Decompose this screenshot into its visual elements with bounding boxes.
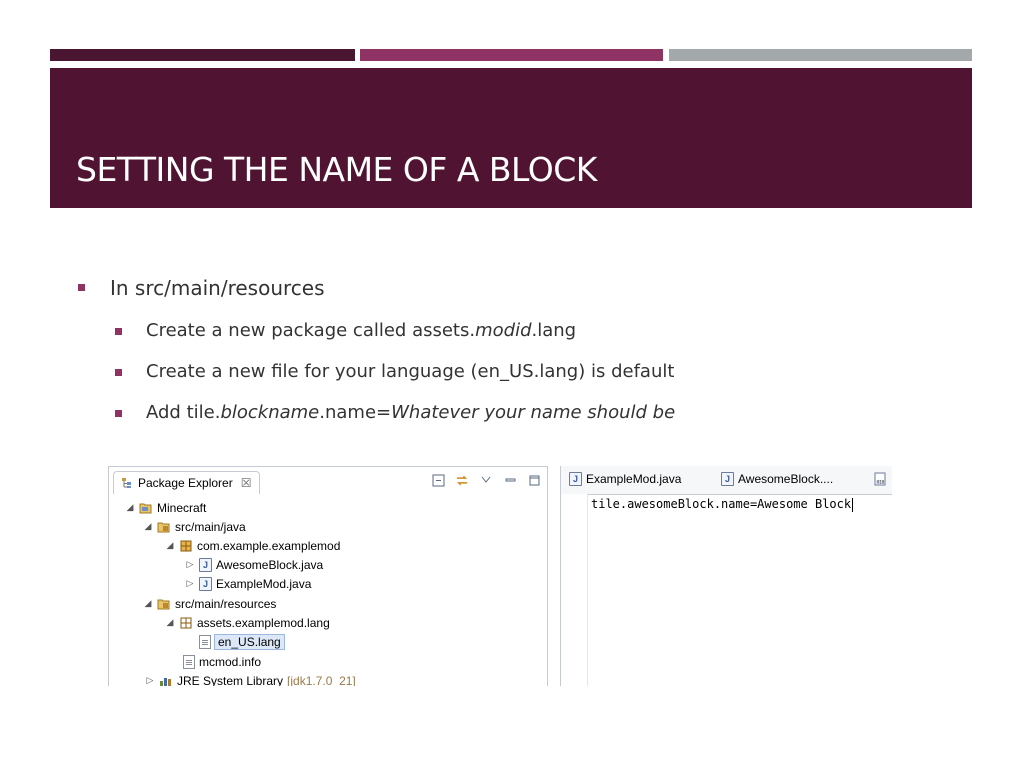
tree-item-label: ExampleMod.java [216, 576, 312, 591]
title-band: SETTING THE NAME OF A BLOCK [50, 68, 972, 208]
tree-item-decoration: [jdk1.7.0_21] [287, 673, 356, 687]
tree-item-mcmod[interactable]: mcmod.info [183, 652, 261, 671]
bullet-text: Add tile. [146, 402, 221, 423]
java-file-icon: J [199, 557, 212, 572]
close-tab-icon[interactable]: ☒ [241, 476, 252, 490]
editor-tab-label: AwesomeBlock.... [738, 472, 834, 486]
text-file-icon [183, 654, 195, 669]
tree-item-src-resources[interactable]: ◢ src/main/resources [143, 594, 277, 613]
editor-ruler [561, 494, 588, 686]
tree-item-assets-package[interactable]: ◢ assets.examplemod.lang [165, 613, 330, 632]
tree-item-java-file[interactable]: ▷ J ExampleMod.java [185, 574, 311, 593]
slide-title: SETTING THE NAME OF A BLOCK [76, 150, 597, 189]
java-file-icon: J [199, 576, 212, 591]
source-folder-icon [157, 520, 171, 534]
tree-item-label-selected: en_US.lang [214, 633, 285, 650]
accent-bar-gray [669, 49, 972, 61]
expanded-arrow-icon[interactable]: ◢ [165, 617, 175, 628]
bullet-text: .name= [319, 402, 392, 423]
bullet-text: Create a new package called assets. [146, 320, 476, 341]
tree-item-label: src/main/resources [175, 596, 277, 611]
bullet-level2: Create a new file for your language (en_… [115, 360, 675, 384]
package-explorer-icon [120, 476, 134, 490]
bullet-square-icon [115, 369, 122, 376]
java-file-icon: J [569, 472, 582, 486]
bullet-text: .lang [531, 320, 577, 341]
collapsed-arrow-icon[interactable]: ▷ [185, 559, 195, 570]
package-explorer-tab[interactable]: Package Explorer ☒ [113, 471, 261, 494]
accent-bar-magenta [360, 49, 663, 61]
tree-item-label: assets.examplemod.lang [197, 615, 330, 630]
editor-tab[interactable]: J ExampleMod.java [569, 472, 681, 486]
tree-item-label: AwesomeBlock.java [216, 557, 324, 572]
bullet-square-icon [115, 328, 122, 335]
source-folder-icon [157, 597, 171, 611]
tree-item-label: mcmod.info [199, 654, 262, 669]
package-icon [179, 616, 193, 630]
tree-item-label: com.example.examplemod [197, 538, 341, 553]
view-menu-icon[interactable] [479, 473, 493, 487]
editor-tab[interactable]: J AwesomeBlock.... [721, 472, 833, 486]
minimize-icon[interactable] [503, 473, 517, 487]
bullet-text: In src/main/resources [110, 276, 325, 300]
editor-code-area[interactable]: tile.awesomeBlock.name=Awesome Block [591, 497, 854, 512]
link-with-editor-icon[interactable] [455, 473, 469, 487]
tree-item-project[interactable]: ◢ Minecraft [125, 498, 207, 517]
tree-item-jre[interactable]: ▷ JRE System Library [jdk1.7.0_21] [145, 671, 356, 687]
maximize-icon[interactable] [527, 473, 541, 487]
editor-tabbar: J ExampleMod.java J AwesomeBlock.... 010 [561, 466, 892, 495]
tree-item-label: src/main/java [175, 519, 246, 534]
library-icon [159, 674, 173, 687]
bullet-level1: In src/main/resources [78, 275, 325, 301]
bullet-italic-text: Whatever your name should be [391, 402, 676, 423]
tree-item-java-file[interactable]: ▷ J AwesomeBlock.java [185, 555, 323, 574]
java-file-icon: J [721, 472, 734, 486]
text-file-icon [199, 634, 211, 649]
project-folder-icon [139, 501, 153, 515]
expanded-arrow-icon[interactable]: ◢ [143, 598, 153, 609]
bullet-square-icon [78, 284, 85, 291]
code-line: tile.awesomeBlock.name=Awesome Block [591, 497, 852, 511]
bullet-level2: Add tile.blockname.name=Whatever your na… [115, 401, 676, 425]
collapsed-arrow-icon[interactable]: ▷ [185, 578, 195, 589]
bullet-text: Create a new file for your language (en_… [146, 361, 675, 382]
tree-item-package[interactable]: ◢ com.example.examplemod [165, 536, 341, 555]
tree-item-label: Minecraft [157, 500, 207, 515]
editor-tab[interactable]: 010 [873, 472, 887, 486]
expanded-arrow-icon[interactable]: ◢ [143, 521, 153, 532]
bullet-italic-text: blockname [220, 402, 320, 423]
package-explorer-tabbar: Package Explorer ☒ [109, 467, 547, 495]
bullet-italic-text: modid [475, 320, 532, 341]
editor-panel: J ExampleMod.java J AwesomeBlock.... 010… [560, 466, 892, 686]
eclipse-screenshot: Package Explorer ☒ ◢ Minecraft ◢ src/mai… [108, 466, 892, 686]
bullet-square-icon [115, 410, 122, 417]
package-explorer-panel: Package Explorer ☒ ◢ Minecraft ◢ src/mai… [108, 466, 548, 686]
bullet-level2: Create a new package called assets.modid… [115, 319, 577, 343]
collapsed-arrow-icon[interactable]: ▷ [145, 675, 155, 686]
text-caret [852, 497, 854, 512]
svg-text:010: 010 [877, 480, 885, 485]
tree-item-label: JRE System Library [177, 673, 284, 687]
collapse-all-icon[interactable] [431, 473, 445, 487]
accent-bar-dark [50, 49, 355, 61]
expanded-arrow-icon[interactable]: ◢ [165, 540, 175, 551]
package-explorer-label: Package Explorer [138, 476, 233, 490]
expanded-arrow-icon[interactable]: ◢ [125, 502, 135, 513]
editor-tab-label: ExampleMod.java [586, 472, 682, 486]
tree-item-src-java[interactable]: ◢ src/main/java [143, 517, 246, 536]
tree-item-lang-file[interactable]: en_US.lang [199, 632, 285, 651]
package-explorer-toolbar [431, 473, 541, 487]
properties-file-icon: 010 [873, 472, 887, 486]
package-icon [179, 539, 193, 553]
